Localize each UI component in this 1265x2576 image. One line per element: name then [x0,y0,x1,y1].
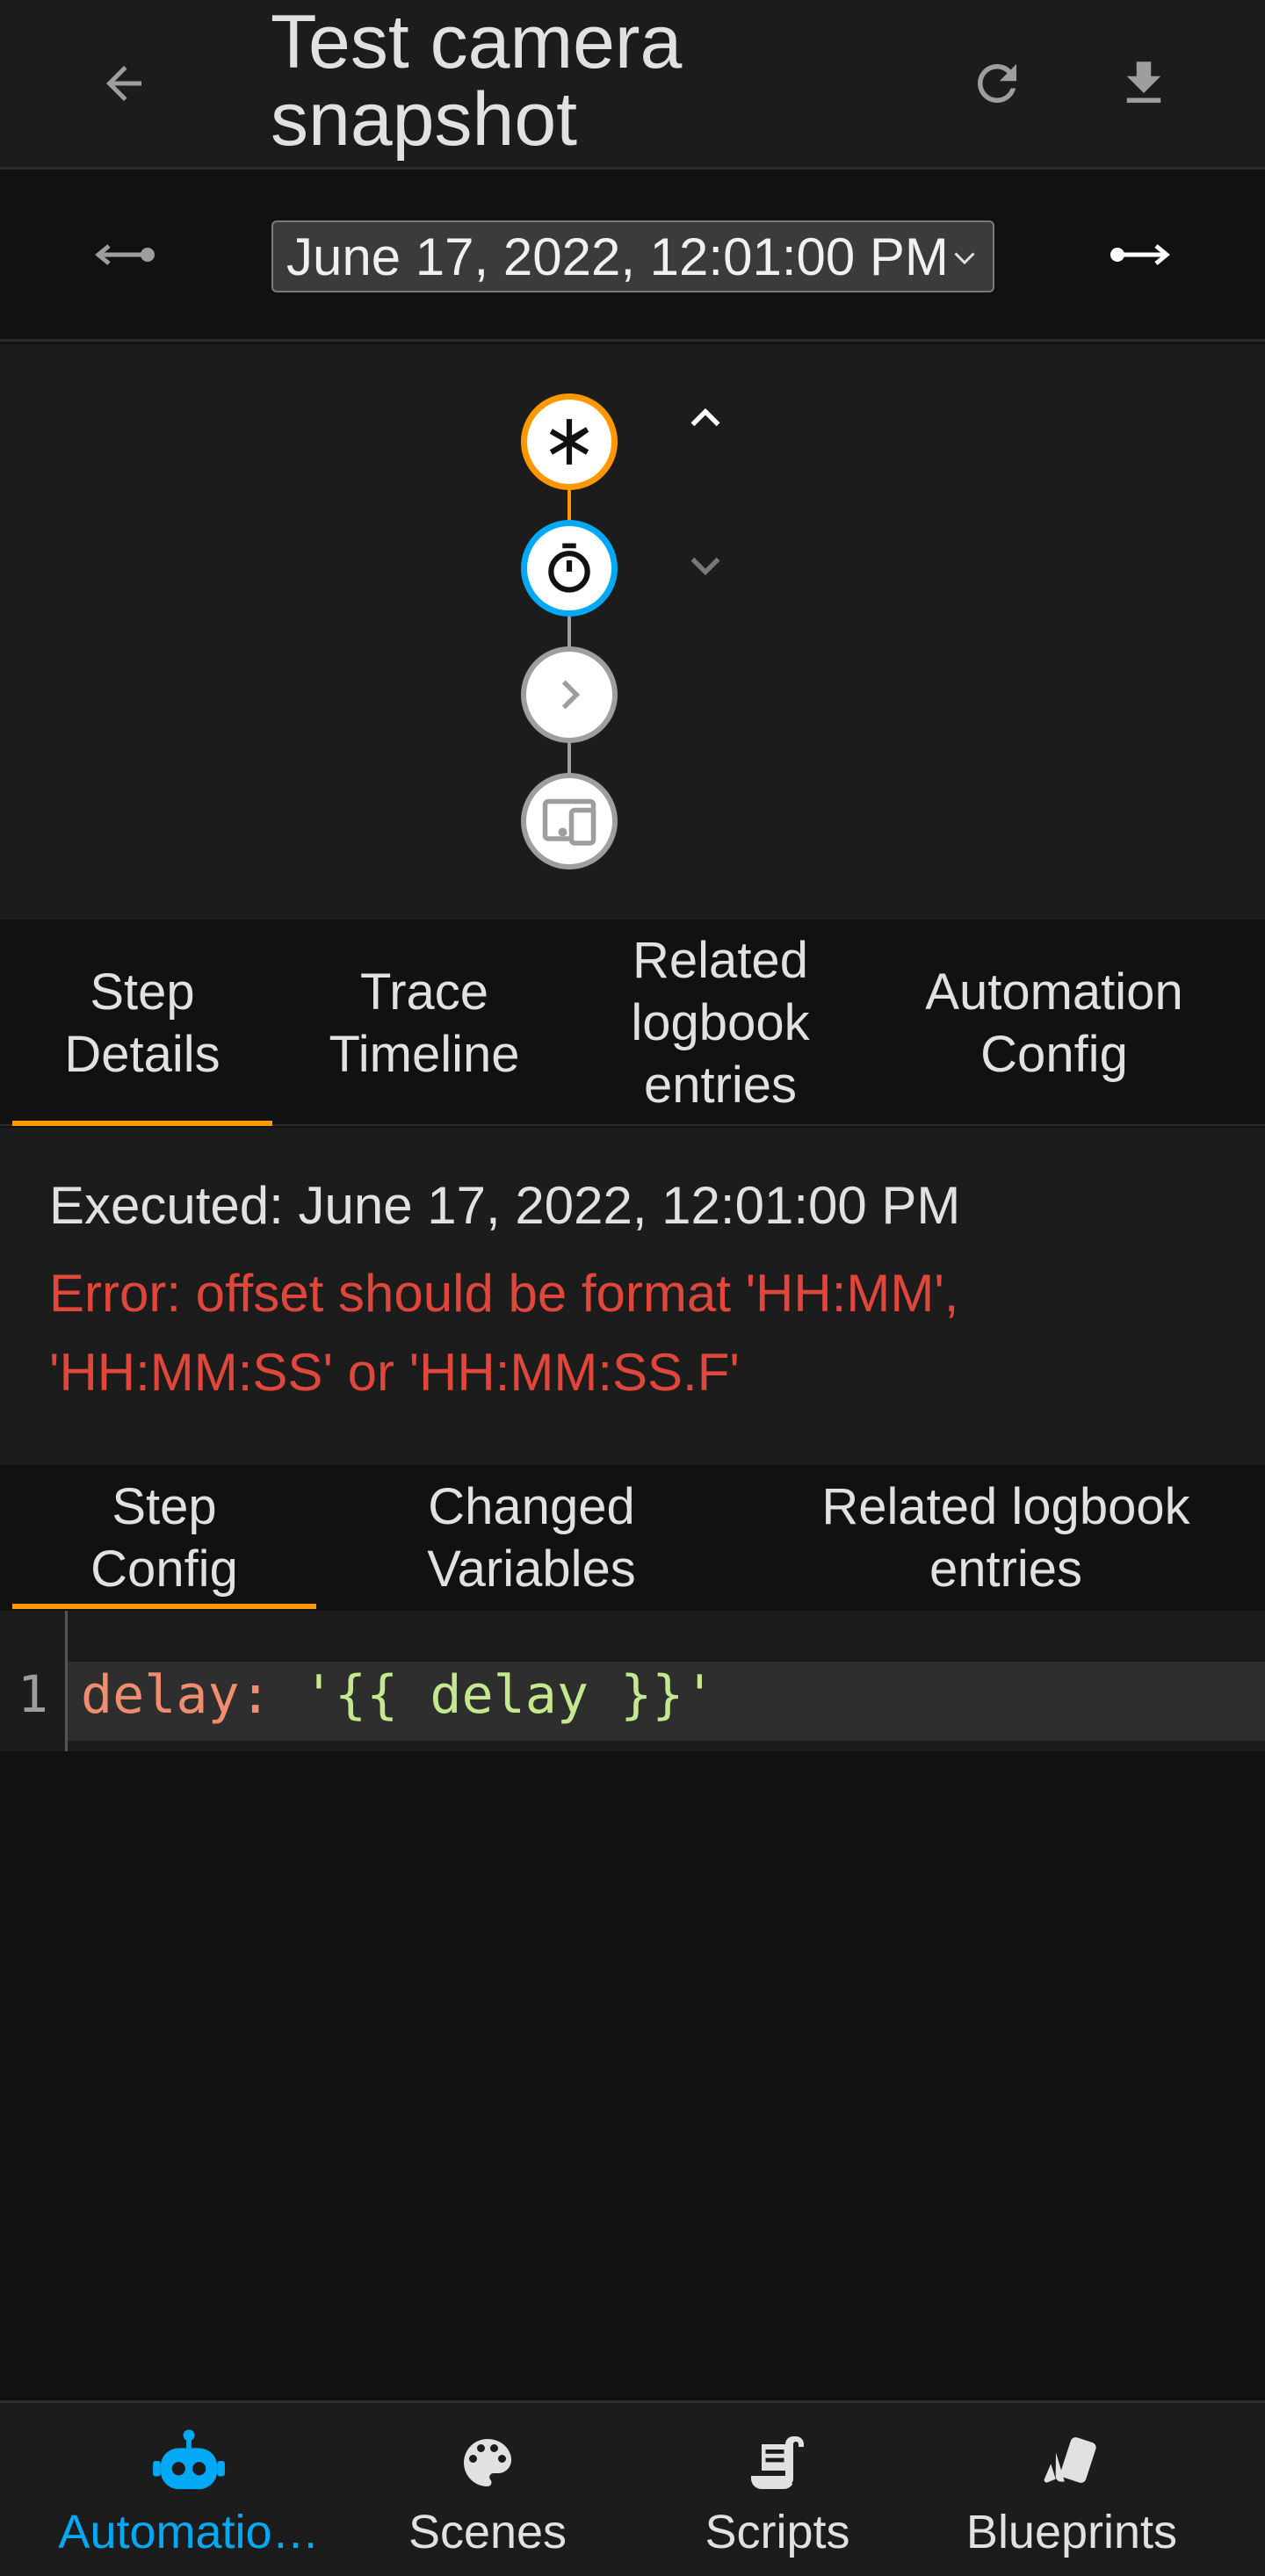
nav-scripts[interactable]: Scripts [641,2406,914,2573]
ray-end-arrow-icon [1110,244,1170,265]
tab-step-details[interactable]: Step Details [12,920,272,1126]
code-line[interactable]: delay: '{{ delay }}' [81,1664,715,1726]
download-button[interactable] [1104,44,1183,123]
download-icon [1126,61,1161,103]
nav-label: Scenes [408,2506,567,2558]
graph-connector [567,487,571,523]
tab-trace-timeline[interactable]: Trace Timeline [290,920,559,1126]
ray-start-arrow-icon [95,244,155,265]
editor-gutter [65,1611,68,1751]
chevron-down-icon [690,557,720,576]
refresh-button[interactable] [958,44,1037,123]
trace-date-value: June 17, 2022, 12:01:00 PM [286,227,949,286]
page-title: Test camera snapshot [271,0,683,162]
tab-step-config[interactable]: Step Config [12,1465,316,1611]
asterisk-icon [549,419,589,465]
blueprint-icon [1044,2437,1096,2483]
tab-automation-config[interactable]: Automation Config [878,920,1230,1126]
nav-label: Scripts [705,2506,850,2558]
script-icon [751,2436,804,2489]
trace-date-select[interactable]: June 17, 2022, 12:01:00 PM [271,220,994,292]
next-trace-button[interactable] [1102,220,1182,290]
graph-node-trigger[interactable] [521,393,618,490]
code-key: delay: [81,1664,271,1726]
chevron-down-icon [954,252,975,265]
graph-node-delay[interactable] [521,520,618,617]
trace-graph [0,344,1265,920]
graph-connector [567,742,571,777]
line-number: 1 [18,1664,48,1724]
palette-icon [464,2439,511,2486]
tab-related-logbook[interactable]: Related logbook entries [575,920,865,1126]
graph-connector [567,615,571,650]
executed-timestamp: Executed: June 17, 2022, 12:01:00 PM [49,1176,961,1235]
nav-blueprints[interactable]: Blueprints [931,2406,1212,2573]
back-button[interactable] [84,44,163,123]
tab-changed-variables[interactable]: Changed Variables [351,1465,712,1611]
nav-automations[interactable]: Automatio… [35,2406,343,2573]
nav-label: Blueprints [965,2506,1178,2558]
active-tab-indicator [12,1121,272,1126]
chevron-right-icon [561,680,581,710]
step-up-button[interactable] [676,395,734,439]
graph-node-action[interactable] [521,773,618,869]
step-down-button[interactable] [676,545,734,588]
chevron-up-icon [690,408,720,427]
devices-icon [542,798,596,846]
timer-icon [548,543,590,593]
robot-icon [153,2429,225,2490]
nav-label: Automatio… [58,2506,320,2558]
active-subtab-indicator [12,1604,316,1609]
arrow-left-icon [106,66,141,101]
tab-related-logbook-entries[interactable]: Related logbook entries [773,1465,1239,1611]
graph-node-condition[interactable] [521,646,618,743]
code-value: '{{ delay }}' [302,1664,716,1726]
refresh-icon [978,64,1016,103]
nav-scenes[interactable]: Scenes [351,2406,624,2573]
error-message: Error: offset should be format 'HH:MM', … [49,1264,959,1402]
previous-trace-button[interactable] [83,220,163,290]
